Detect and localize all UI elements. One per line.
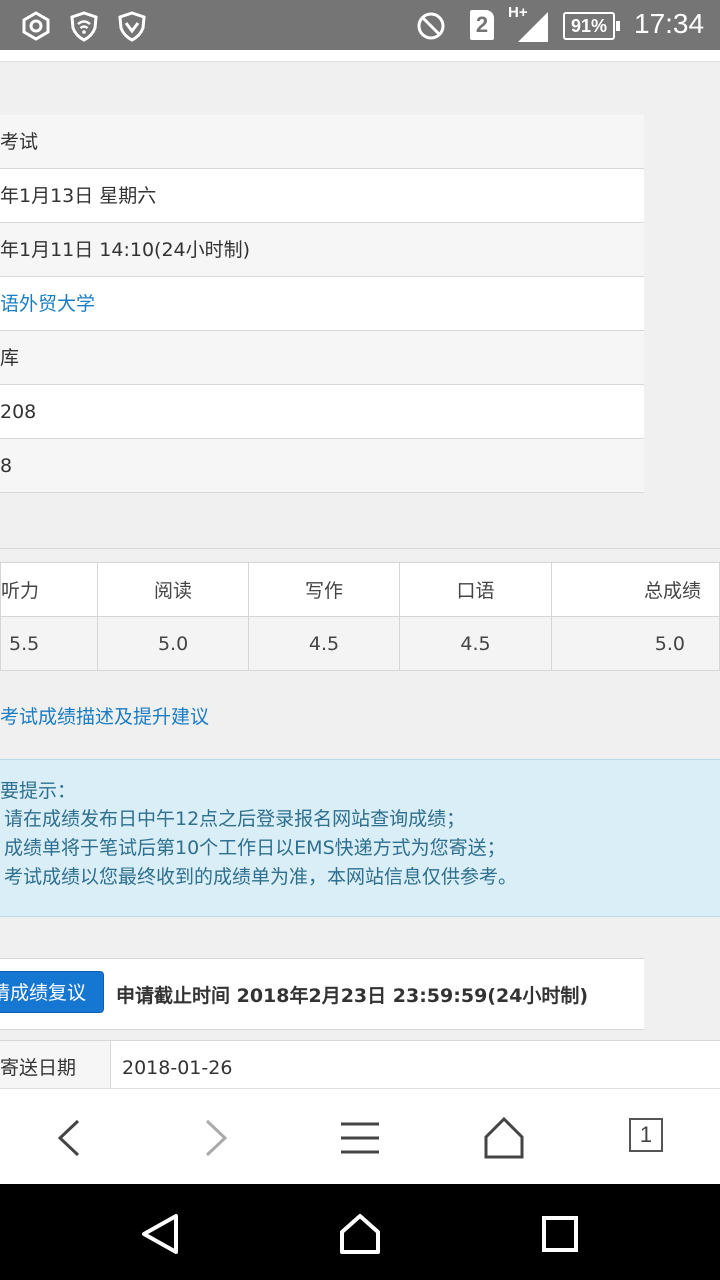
mail-date-label: 寄送日期 [0,1041,111,1088]
notice-box: 要提示： 请在成绩发布日中午12点之后登录报名网站查询成绩； 成绩单将于笔试后第… [0,759,720,917]
info-row-building: 库 [0,331,644,385]
signal-icon [518,12,548,42]
android-nav-bar [0,1184,720,1280]
battery-icon: 91% [563,12,620,40]
back-triangle-icon[interactable] [138,1212,182,1256]
browser-toolbar: 1 [0,1088,720,1185]
section-divider [0,548,720,549]
notice-title: 要提示： [0,780,77,802]
status-bar: 2 H+ 91% 17:34 [0,0,720,50]
notice-line: 成绩单将于笔试后第10个工作日以EMS快递方式为您寄送； [4,837,506,859]
score-header-reading: 阅读 [97,562,249,617]
forward-icon[interactable] [190,1113,240,1163]
clock: 17:34 [634,8,705,39]
review-deadline: 申请截止时间 2018年2月23日 23:59:59(24小时制) [116,985,589,1007]
page-content: 考试 年1月13日 星期六 年1月11日 14:10(24小时制) 语外贸大学 … [0,50,720,1088]
recents-square-icon[interactable] [538,1212,582,1256]
score-listening: 5.5 [0,616,99,671]
info-row-exam-date: 年1月13日 星期六 [0,169,644,223]
score-header-listening: 听力 [0,562,99,617]
info-row-venue[interactable]: 语外贸大学 [0,277,644,331]
shield-check-icon [118,11,146,42]
sim-icon: 2 [470,10,494,40]
score-header-speaking: 口语 [399,562,552,617]
back-icon[interactable] [45,1113,95,1163]
score-header-writing: 写作 [247,562,401,617]
score-reading: 5.0 [97,616,249,671]
menu-icon[interactable] [335,1113,385,1163]
tabs-icon[interactable]: 1 [629,1118,663,1152]
no-disturb-icon [417,12,445,40]
score-writing: 4.5 [247,616,401,671]
home-house-icon[interactable] [338,1212,382,1256]
home-icon[interactable] [479,1113,529,1163]
score-total: 5.0 [550,616,720,671]
venue-link[interactable]: 语外贸大学 [0,293,95,315]
score-table: 听力 阅读 写作 口语 总成绩 5.5 5.0 4.5 4.5 5.0 [0,562,720,671]
info-row-exam-type: 考试 [0,115,644,169]
info-row-seat: 8 [0,439,644,493]
mail-date-row: 寄送日期 2018-01-26 [0,1040,720,1088]
exam-info-table: 考试 年1月13日 星期六 年1月11日 14:10(24小时制) 语外贸大学 … [0,115,644,493]
score-header-total: 总成绩 [550,562,720,617]
top-divider [0,50,720,62]
notice-line: 请在成绩发布日中午12点之后登录报名网站查询成绩； [4,808,466,830]
shield-wifi-icon [70,11,98,42]
score-advice-link[interactable]: 考试成绩描述及提升建议 [0,702,209,729]
mail-date-value: 2018-01-26 [122,1057,233,1079]
info-row-room: 208 [0,385,644,439]
notice-line: 考试成绩以您最终收到的成绩单为准，本网站信息仅供参考。 [4,866,518,888]
hexagon-icon [22,11,50,41]
score-review-button[interactable]: 请成绩复议 [0,971,104,1013]
score-speaking: 4.5 [399,616,552,671]
review-section: 请成绩复议 申请截止时间 2018年2月23日 23:59:59(24小时制) [0,958,644,1030]
info-row-deadline: 年1月11日 14:10(24小时制) [0,223,644,277]
